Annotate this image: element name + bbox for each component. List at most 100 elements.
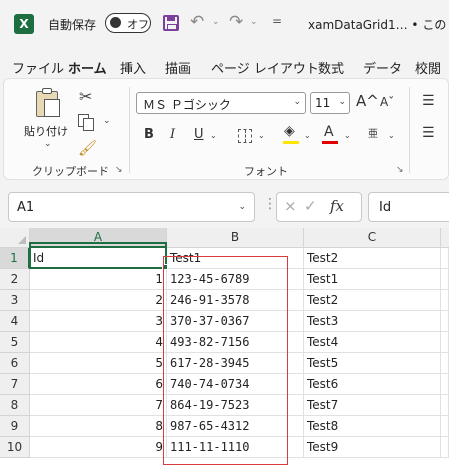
cell-a[interactable]: 8 [30,416,167,437]
cell-a[interactable]: 4 [30,332,167,353]
cell-a[interactable]: 1 [30,269,167,290]
cell-d[interactable] [441,269,449,290]
cell-b[interactable]: 111-11-1110 [167,437,304,458]
cell-a[interactable]: 2 [30,290,167,311]
cell-b[interactable]: 740-74-0734 [167,374,304,395]
copy-icon[interactable] [78,114,94,131]
cell-b[interactable]: 246-91-3578 [167,290,304,311]
paste-dropdown-icon[interactable]: ⌄ [44,139,52,149]
row-header[interactable]: 5 [0,332,30,353]
customize-qat-button[interactable]: = [272,14,282,28]
cell-d[interactable] [441,374,449,395]
cell-d[interactable] [441,437,449,458]
select-all-button[interactable] [0,228,30,248]
phonetic-guide-icon[interactable]: 亜 [368,125,378,140]
autosave-toggle[interactable]: オフ [105,13,151,33]
bold-button[interactable]: B [144,127,154,142]
underline-button[interactable]: U [194,127,204,142]
cell-d[interactable] [441,248,449,269]
tab-data[interactable]: データ [363,58,402,77]
redo-icon[interactable]: ↷ [229,12,243,32]
cell-d[interactable] [441,311,449,332]
cell-c[interactable]: Test8 [304,416,441,437]
fill-color-dropdown-icon[interactable]: ⌄ [304,131,311,140]
tab-review[interactable]: 校閲 [415,58,441,77]
cell-d[interactable] [441,332,449,353]
column-header-c[interactable]: C [304,228,441,248]
fill-color-icon[interactable]: ◈ [284,123,295,139]
row-header[interactable]: 2 [0,269,30,290]
decrease-font-size-button[interactable]: Aˇ [380,95,394,109]
cell-d[interactable] [441,353,449,374]
borders-dropdown-icon[interactable]: ⌄ [258,131,265,140]
tab-page-layout[interactable]: ページ レイアウト [211,58,319,77]
tab-file[interactable]: ファイル [12,58,64,77]
column-header-a[interactable]: A [30,228,167,248]
cell-c[interactable]: Test4 [304,332,441,353]
cell-b[interactable]: 987-65-4312 [167,416,304,437]
cell-a[interactable]: 5 [30,353,167,374]
underline-dropdown-icon[interactable]: ⌄ [210,131,217,140]
tab-draw[interactable]: 描画 [165,58,191,77]
cell-c[interactable]: Test2 [304,248,441,269]
tab-home[interactable]: ホーム [68,58,107,81]
cell-a[interactable]: 3 [30,311,167,332]
increase-font-size-button[interactable]: A^ [356,92,379,110]
phonetic-dropdown-icon[interactable]: ⌄ [388,131,395,140]
cell-d[interactable] [441,416,449,437]
undo-dropdown-icon[interactable]: ⌄ [212,17,220,27]
row-header[interactable]: 9 [0,416,30,437]
cell-c[interactable]: Test2 [304,290,441,311]
save-icon[interactable] [163,15,179,31]
name-box[interactable]: A1 ⌄ [8,192,255,222]
font-size-select[interactable]: 11 ⌄ [310,92,350,114]
font-color-dropdown-icon[interactable]: ⌄ [344,131,351,140]
cell-b[interactable]: 123-45-6789 [167,269,304,290]
row-header[interactable]: 7 [0,374,30,395]
row-header[interactable]: 8 [0,395,30,416]
tab-formulas[interactable]: 数式 [318,58,344,77]
cell-b[interactable]: 493-82-7156 [167,332,304,353]
copy-dropdown-icon[interactable]: ⌄ [103,116,111,126]
row-header[interactable]: 4 [0,311,30,332]
cell-c[interactable]: Test6 [304,374,441,395]
cell-a[interactable]: 7 [30,395,167,416]
align-left-icon[interactable]: ☰ [422,125,435,141]
insert-function-button[interactable]: fx [330,197,344,215]
cell-c[interactable]: Test9 [304,437,441,458]
font-name-select[interactable]: ＭＳ Ｐゴシック ⌄ [136,92,306,114]
tab-insert[interactable]: 挿入 [120,58,146,77]
clipboard-launcher-icon[interactable]: ↘ [115,165,123,175]
format-painter-icon[interactable]: 🖌 [78,139,97,157]
redo-dropdown-icon[interactable]: ⌄ [250,17,258,27]
cell-b[interactable]: 864-19-7523 [167,395,304,416]
document-title[interactable]: xamDataGrid1… • この P [308,16,449,33]
cell-c[interactable]: Test3 [304,311,441,332]
row-header[interactable]: 3 [0,290,30,311]
more-options-icon[interactable]: ⋮ [263,196,277,212]
paste-button-label[interactable]: 貼り付け [24,123,68,139]
cell-c[interactable]: Test7 [304,395,441,416]
cell-c[interactable]: Test5 [304,353,441,374]
cut-icon[interactable]: ✂ [79,87,92,106]
cell-a[interactable]: Id [30,248,167,269]
cell-c[interactable]: Test1 [304,269,441,290]
align-top-icon[interactable]: ☰ [422,93,435,109]
undo-icon[interactable]: ↶ [190,12,204,32]
row-header[interactable]: 10 [0,437,30,458]
font-launcher-icon[interactable]: ↘ [396,165,404,175]
enter-icon[interactable]: ✓ [304,197,317,215]
fill-handle[interactable] [162,264,168,270]
cell-d[interactable] [441,395,449,416]
column-header-d[interactable] [441,228,449,248]
font-color-icon[interactable]: A [324,124,334,140]
cell-d[interactable] [441,290,449,311]
formula-input[interactable]: Id [368,192,449,222]
cancel-icon[interactable]: × [284,197,297,215]
row-header[interactable]: 6 [0,353,30,374]
cell-b[interactable]: Test1 [167,248,304,269]
spreadsheet-grid[interactable]: A B C 1 Id Test1 Test2 2 1 123-45-6789 Test1 3 2 2… [0,228,449,475]
paste-icon[interactable] [32,87,62,119]
cell-b[interactable]: 617-28-3945 [167,353,304,374]
cell-b[interactable]: 370-37-0367 [167,311,304,332]
